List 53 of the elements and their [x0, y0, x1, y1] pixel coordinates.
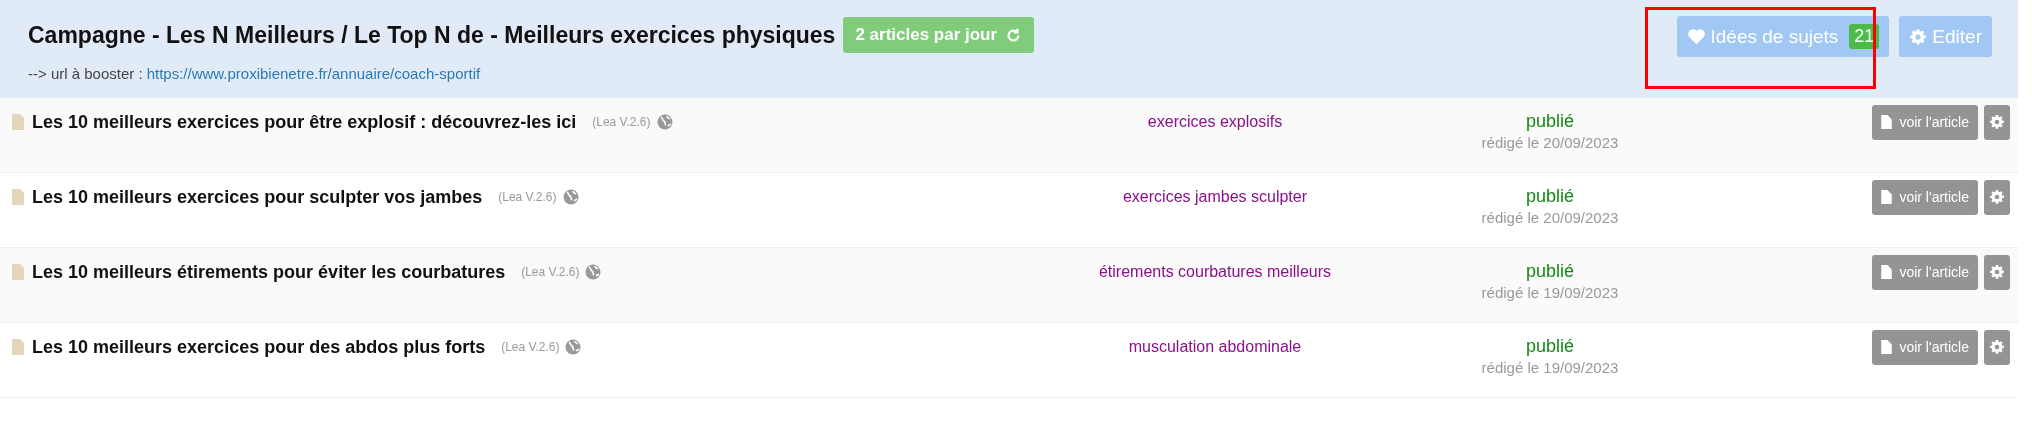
campaign-title: Campagne - Les N Meilleurs / Le Top N de - Meilleurs exercices physiques — [28, 21, 836, 49]
article-title: Les 10 meilleurs exercices pour sculpter vos jambes — [32, 186, 483, 208]
document-icon — [1881, 115, 1893, 129]
status-label: publié — [1525, 186, 1574, 207]
document-icon — [12, 114, 24, 130]
url-label: --> url à booster : — [28, 65, 143, 82]
date-label: rédigé le 20/09/2023 — [1481, 134, 1619, 151]
version-label: (Lea V.2.6) — [501, 340, 560, 354]
article-title: Les 10 meilleurs exercices pour des abdos plus forts — [32, 336, 486, 358]
frequency-button[interactable]: 2 articles par jour — [843, 17, 1035, 53]
gear-icon — [1989, 114, 2005, 130]
version-label: (Lea V.2.6) — [521, 265, 580, 279]
document-icon — [1881, 265, 1893, 279]
settings-button[interactable] — [1984, 104, 2010, 140]
status-label: publié — [1525, 111, 1574, 132]
document-icon — [12, 264, 24, 280]
status-label: publié — [1525, 261, 1574, 282]
keyword-link[interactable]: étirements courbatures meilleurs — [1098, 263, 1332, 281]
edit-button[interactable]: Editer — [1899, 16, 1992, 57]
view-article-button[interactable]: voir l'article — [1872, 104, 1978, 140]
version-label: (Lea V.2.6) — [592, 115, 651, 129]
status-label: publié — [1525, 336, 1574, 357]
globe-icon — [562, 189, 579, 205]
settings-button[interactable] — [1984, 254, 2010, 290]
document-icon — [12, 339, 24, 355]
keyword-link[interactable]: exercices jambes sculpter — [1122, 188, 1308, 206]
ideas-button[interactable]: Idées de sujets 21 — [1676, 16, 1890, 57]
article-title: Les 10 meilleurs exercices pour être explosif : découvrez-les ici — [32, 111, 577, 133]
view-article-button[interactable]: voir l'article — [1872, 329, 1978, 365]
gear-icon — [1989, 339, 2005, 355]
url-link[interactable]: https://www.proxibienetre.fr/annuaire/coach-sportif — [146, 65, 481, 82]
date-label: rédigé le 19/09/2023 — [1481, 284, 1619, 301]
gear-icon — [1989, 264, 2005, 280]
keyword-link[interactable]: exercices explosifs — [1147, 113, 1283, 131]
globe-icon — [565, 339, 582, 355]
document-icon — [12, 189, 24, 205]
settings-button[interactable] — [1984, 329, 2010, 365]
date-label: rédigé le 19/09/2023 — [1481, 359, 1619, 376]
version-label: (Lea V.2.6) — [498, 190, 557, 204]
gear-icon — [1989, 189, 2005, 205]
date-label: rédigé le 20/09/2023 — [1481, 209, 1619, 226]
view-article-button[interactable]: voir l'article — [1872, 254, 1978, 290]
refresh-icon — [1005, 26, 1023, 44]
globe-icon — [585, 264, 602, 280]
settings-button[interactable] — [1984, 179, 2010, 215]
heart-icon — [1686, 28, 1706, 45]
globe-icon — [656, 114, 673, 130]
keyword-link[interactable]: musculation abdominale — [1128, 338, 1302, 356]
article-title: Les 10 meilleurs étirements pour éviter les courbatures — [32, 261, 506, 283]
document-icon — [1881, 340, 1893, 354]
view-article-button[interactable]: voir l'article — [1872, 179, 1978, 215]
gear-icon — [1909, 27, 1928, 46]
document-icon — [1881, 190, 1893, 204]
